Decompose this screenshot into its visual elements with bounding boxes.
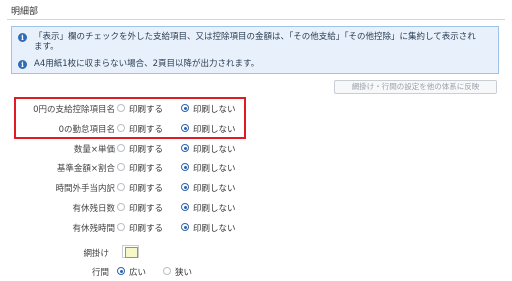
print-off-radio[interactable]: [181, 223, 189, 231]
print-option-row: 基準金額×割合 印刷する 印刷しない: [0, 160, 512, 176]
notice-text-1: 「表示」欄のチェックを外した支給項目、又は控除項目の金額は、「その他支給」「その…: [34, 32, 476, 42]
print-option-label: 基準金額×割合: [56, 164, 115, 174]
print-on-label: 印刷する: [129, 145, 164, 155]
print-option-row: 有休残時間 印刷する 印刷しない: [0, 220, 512, 236]
print-off-label: 印刷しない: [193, 204, 236, 214]
print-on-label: 印刷する: [129, 164, 164, 174]
print-on-radio[interactable]: [117, 203, 125, 211]
print-off-radio[interactable]: [181, 144, 189, 152]
line-spacing-wide-label: 広い: [129, 268, 147, 278]
print-on-radio[interactable]: [117, 144, 125, 152]
print-off-label: 印刷しない: [193, 164, 236, 174]
print-off-radio[interactable]: [181, 163, 189, 171]
print-option-row: 有休残日数 印刷する 印刷しない: [0, 200, 512, 216]
info-notice: i 「表示」欄のチェックを外した支給項目、又は控除項目の金額は、「その他支給」「…: [11, 26, 499, 74]
print-option-label: 有休残時間: [72, 224, 115, 234]
shading-color-swatch[interactable]: [125, 247, 138, 258]
print-option-row: 数量×単価 印刷する 印刷しない: [0, 141, 512, 157]
print-on-label: 印刷する: [129, 204, 164, 214]
highlight-box: [14, 97, 246, 139]
notice-text-1-cont: ます。: [34, 42, 59, 52]
print-on-radio[interactable]: [117, 223, 125, 231]
print-on-label: 印刷する: [129, 224, 164, 234]
line-spacing-label: 行間: [91, 268, 109, 278]
reflect-settings-button[interactable]: 網掛け・行間の設定を他の体系に反映: [334, 80, 497, 94]
print-off-radio[interactable]: [181, 183, 189, 191]
section-title: 明細部: [11, 7, 39, 17]
shading-label: 網掛け: [83, 249, 109, 259]
line-spacing-wide-radio[interactable]: [117, 267, 125, 275]
line-spacing-row: 行間 広い 狭い: [0, 264, 512, 280]
shading-color-picker[interactable]: [122, 245, 139, 258]
print-off-label: 印刷しない: [193, 224, 236, 234]
line-spacing-narrow-label: 狭い: [175, 268, 193, 278]
shading-row: 網掛け: [0, 245, 512, 261]
print-option-label: 有休残日数: [72, 204, 115, 214]
print-off-label: 印刷しない: [193, 184, 236, 194]
section-divider: [7, 19, 505, 20]
print-option-row: 時間外手当内訳 印刷する 印刷しない: [0, 180, 512, 196]
print-on-radio[interactable]: [117, 183, 125, 191]
info-icon: i: [18, 60, 27, 69]
line-spacing-narrow-radio[interactable]: [163, 267, 171, 275]
print-off-label: 印刷しない: [193, 145, 236, 155]
print-option-label: 数量×単価: [73, 145, 115, 155]
notice-text-2: A4用紙1枚に収まらない場合、2頁目以降が出力されます。: [34, 59, 260, 69]
print-on-label: 印刷する: [129, 184, 164, 194]
info-icon: i: [18, 33, 27, 42]
print-off-radio[interactable]: [181, 203, 189, 211]
print-option-label: 時間外手当内訳: [55, 184, 115, 194]
print-on-radio[interactable]: [117, 163, 125, 171]
